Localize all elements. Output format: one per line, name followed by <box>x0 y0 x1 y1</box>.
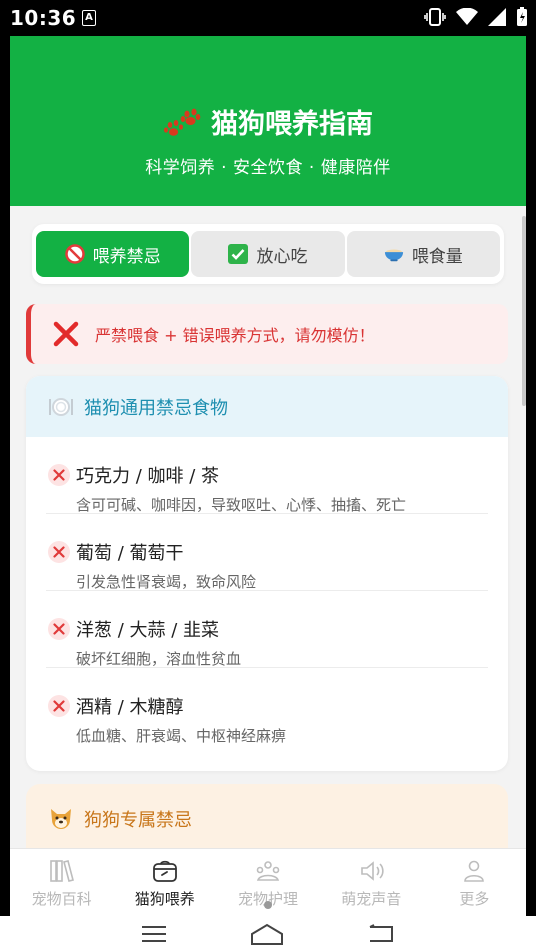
item-desc: 低血糖、肝衰竭、中枢神经麻痹 <box>76 727 287 745</box>
home-icon[interactable] <box>250 923 284 945</box>
tab-label: 喂养禁忌 <box>92 246 161 267</box>
common-taboo-card: 猫狗通用禁忌食物 巧克力 / 咖啡 / 茶 含可可碱、咖啡因，导致呕吐、心悸、抽… <box>26 376 508 771</box>
item-title: 巧克力 / 咖啡 / 茶 <box>76 466 220 487</box>
paw-icon <box>164 108 201 136</box>
person-icon <box>464 860 485 882</box>
item-desc: 引发急性肾衰竭，致命风险 <box>76 573 257 591</box>
bowl-icon <box>384 244 404 264</box>
back-icon[interactable] <box>367 924 395 944</box>
status-time: 10:36 <box>10 6 77 30</box>
scrollbar[interactable] <box>522 216 526 406</box>
tab-label: 喂食量 <box>411 246 463 267</box>
warning-text: 严禁喂食 + 错误喂养方式，请勿模仿！ <box>95 326 375 345</box>
warning-banner: 严禁喂食 + 错误喂养方式，请勿模仿！ <box>26 304 508 364</box>
item-title: 酒精 / 木糖醇 <box>76 697 184 718</box>
nav-pet-care[interactable]: 宠物护理 <box>216 849 319 916</box>
cross-icon <box>48 618 70 640</box>
wifi-icon <box>456 8 478 25</box>
list-item: 巧克力 / 咖啡 / 茶 含可可碱、咖啡因，导致呕吐、心悸、抽搐、死亡 <box>46 437 488 514</box>
cross-icon <box>48 464 70 486</box>
dog-face-icon <box>51 809 71 829</box>
check-box-icon <box>228 244 249 264</box>
nav-more[interactable]: 更多 <box>423 849 526 916</box>
status-icons <box>424 7 528 27</box>
page-title-text: 猫狗喂养指南 <box>211 109 373 140</box>
item-desc: 破坏红细胞，溶血性贫血 <box>76 650 242 668</box>
nav-pet-feeding[interactable]: 猫狗喂养 <box>113 849 216 916</box>
app-header: 猫狗喂养指南 科学饲养 · 安全饮食 · 健康陪伴 <box>10 36 526 206</box>
tab-bar: 喂养禁忌 放心吃 喂食量 <box>32 224 504 284</box>
card-header: 猫狗通用禁忌食物 <box>26 376 508 437</box>
notification-icon: A <box>82 10 96 26</box>
speaker-icon <box>361 861 384 881</box>
tab-feeding-taboo[interactable]: 喂养禁忌 <box>36 231 190 277</box>
signal-icon <box>488 8 506 26</box>
list-item: 葡萄 / 葡萄干 引发急性肾衰竭，致命风险 <box>46 514 488 591</box>
list-item: 洋葱 / 大蒜 / 韭菜 破坏红细胞，溶血性贫血 <box>46 591 488 668</box>
vibrate-icon <box>424 8 446 26</box>
prohibited-icon <box>64 244 85 264</box>
books-icon <box>49 860 74 882</box>
bottom-nav: 宠物百科 猫狗喂养 宠物护理 萌宠声音 更多 <box>10 848 526 916</box>
page-title: 猫狗喂养指南 <box>10 102 526 141</box>
nav-label: 宠物百科 <box>31 890 92 908</box>
item-desc: 含可可碱、咖啡因，导致呕吐、心悸、抽搐、死亡 <box>76 496 407 514</box>
cross-icon <box>48 695 70 717</box>
status-bar: 10:36 A <box>0 0 536 36</box>
item-title: 洋葱 / 大蒜 / 韭菜 <box>76 620 220 641</box>
nav-label: 更多 <box>459 890 490 908</box>
cross-icon <box>48 541 70 563</box>
page-subtitle: 科学饲养 · 安全饮食 · 健康陪伴 <box>145 158 391 178</box>
tab-feeding-amount[interactable]: 喂食量 <box>346 231 500 277</box>
tab-safe-to-eat[interactable]: 放心吃 <box>191 231 345 277</box>
tab-label: 放心吃 <box>256 246 308 267</box>
battery-icon <box>517 7 527 26</box>
care-icon <box>256 861 280 881</box>
nav-label: 萌宠声音 <box>341 890 402 908</box>
item-title: 葡萄 / 葡萄干 <box>76 543 184 564</box>
list-item: 酒精 / 木糖醇 低血糖、肝衰竭、中枢神经麻痹 <box>46 668 488 745</box>
menu-icon[interactable] <box>141 925 167 943</box>
app-screen: 猫狗喂养指南 科学饲养 · 安全饮食 · 健康陪伴 喂养禁忌 放心吃 喂食量 严… <box>10 36 526 916</box>
page-indicator-dot <box>264 901 272 909</box>
cross-icon <box>53 321 79 347</box>
dog-taboo-card: 狗狗专属禁忌 <box>26 784 508 854</box>
system-nav-bar <box>0 916 536 952</box>
nav-pet-sounds[interactable]: 萌宠声音 <box>320 849 423 916</box>
nav-pet-encyclopedia[interactable]: 宠物百科 <box>10 849 113 916</box>
plate-icon <box>49 397 73 416</box>
nav-label: 猫狗喂养 <box>134 890 195 908</box>
bowl-nav-icon <box>152 860 177 882</box>
card-title: 狗狗专属禁忌 <box>84 810 192 831</box>
card-title: 猫狗通用禁忌食物 <box>84 397 228 419</box>
